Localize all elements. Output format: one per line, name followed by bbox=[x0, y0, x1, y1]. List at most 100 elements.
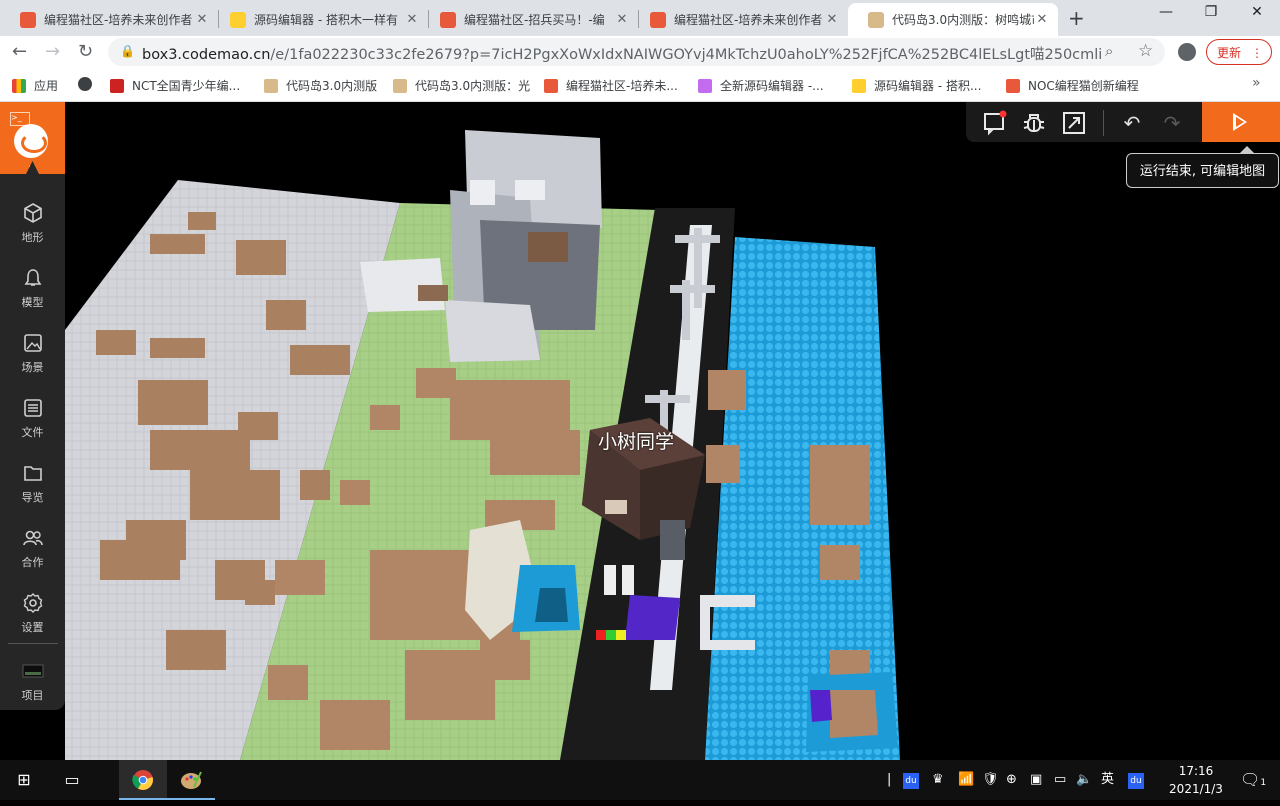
close-tab-icon[interactable]: ✕ bbox=[1034, 12, 1050, 27]
search-icon[interactable]: ⌕ bbox=[1105, 42, 1113, 60]
comment-icon[interactable] bbox=[982, 110, 1008, 136]
logo-mark-icon bbox=[14, 124, 48, 158]
bookmark-item[interactable]: 全新源码编辑器 -... bbox=[698, 77, 824, 94]
chrome-logo-svg bbox=[132, 770, 153, 790]
wifi-icon[interactable]: 📶 bbox=[958, 760, 974, 800]
battery-icon[interactable]: ▭ bbox=[1054, 760, 1066, 800]
browser-tab[interactable]: 源码编辑器 - 搭积木一样有 ✕ bbox=[210, 3, 428, 36]
users-icon bbox=[22, 530, 43, 546]
undo-icon[interactable]: ↶ bbox=[1119, 110, 1145, 136]
tab-title: 编程猫社区-培养未来创作者 bbox=[674, 13, 823, 27]
browser-toolbar: ← → ↻ 🔒 box3.codemao.cn/e/1fa022230c33c2… bbox=[0, 36, 1280, 70]
bookmark-star-icon[interactable]: ☆ bbox=[1138, 41, 1153, 61]
profile-avatar-icon[interactable] bbox=[1178, 43, 1196, 61]
browser-tab[interactable]: 编程猫社区-培养未来创作者 ✕ bbox=[630, 3, 848, 36]
sidebar-item-scene[interactable]: 场景 bbox=[0, 324, 65, 379]
close-tab-icon[interactable]: ✕ bbox=[824, 12, 840, 27]
baidu-tray-icon[interactable]: du bbox=[903, 760, 919, 800]
bookmark-item[interactable]: NCT全国青少年编... bbox=[110, 77, 240, 94]
box3-favicon-icon bbox=[868, 11, 884, 28]
bookmark-item[interactable]: 代码岛3.0内测版：光 bbox=[393, 77, 530, 94]
expand-icon[interactable] bbox=[1061, 110, 1087, 136]
lock-icon[interactable]: 🔒 bbox=[120, 44, 135, 58]
close-tab-icon[interactable]: ✕ bbox=[404, 12, 420, 27]
sidebar-label: 场景 bbox=[21, 361, 44, 374]
bookmark-item[interactable]: NOC编程猫创新编程 bbox=[1006, 77, 1139, 94]
debug-bug-icon[interactable] bbox=[1021, 110, 1047, 136]
bookmark-item[interactable]: 源码编辑器 - 搭积... bbox=[852, 77, 981, 94]
task-view-icon[interactable]: ▭ bbox=[48, 760, 96, 800]
new-tab-button[interactable]: + bbox=[1068, 6, 1085, 30]
gear-icon bbox=[23, 593, 42, 613]
cube-icon bbox=[23, 203, 42, 223]
bookmarks-overflow-icon[interactable]: » bbox=[1252, 75, 1261, 91]
redo-icon[interactable]: ↷ bbox=[1159, 110, 1185, 136]
sidebar-item-file[interactable]: 文件 bbox=[0, 389, 65, 444]
shield-icon[interactable]: 🛡 bbox=[982, 760, 999, 800]
sidebar-label: 文件 bbox=[21, 426, 44, 439]
game-tray-icon[interactable]: ♛ bbox=[932, 760, 944, 800]
kitten-favicon-icon bbox=[230, 11, 246, 28]
image-icon bbox=[23, 334, 42, 352]
sidebar-item-terrain[interactable]: 地形 bbox=[0, 194, 65, 249]
sidebar-label: 设置 bbox=[21, 621, 44, 634]
restore-button[interactable]: ❐ bbox=[1188, 4, 1234, 20]
bookmark-item[interactable]: 代码岛3.0内测版 bbox=[264, 77, 377, 94]
sidebar-label: 地形 bbox=[21, 231, 44, 244]
box3-icon bbox=[264, 78, 278, 93]
kitten-icon bbox=[852, 78, 866, 93]
chrome-taskbar-icon[interactable] bbox=[119, 760, 167, 800]
clock-time: 17:16 bbox=[1178, 764, 1214, 778]
browser-tab[interactable]: 编程猫社区-培养未来创作者 ✕ bbox=[0, 3, 218, 36]
browser-tab-bar: 编程猫社区-培养未来创作者 ✕ 源码编辑器 - 搭积木一样有 ✕ 编程猫社区-招… bbox=[0, 0, 1280, 36]
character-name-label: 小树同学 bbox=[598, 431, 675, 453]
security-tray-icon[interactable]: ⊕ bbox=[1006, 760, 1017, 800]
palette-svg bbox=[181, 771, 202, 789]
close-window-button[interactable]: ✕ bbox=[1234, 4, 1280, 20]
run-status-tooltip: 运行结束, 可编辑地图 bbox=[1126, 146, 1279, 188]
forward-button[interactable]: → bbox=[45, 41, 60, 62]
update-button[interactable]: 更新 ⋮ bbox=[1206, 39, 1272, 65]
bookmark-apps[interactable]: 应用 bbox=[12, 77, 58, 94]
bookmark-item[interactable]: 编程猫社区-培养未... bbox=[544, 77, 678, 94]
sidebar-item-project[interactable]: 项目 bbox=[0, 652, 65, 707]
box3-logo[interactable]: >_ ▼ bbox=[0, 102, 65, 174]
baidu-ime-icon[interactable]: du bbox=[1128, 760, 1144, 800]
close-tab-icon[interactable]: ✕ bbox=[614, 12, 630, 27]
tab-title: 编程猫社区-招兵买马！-编 bbox=[464, 13, 605, 27]
codemao-favicon-icon bbox=[440, 11, 456, 28]
paint-taskbar-icon[interactable] bbox=[167, 760, 215, 800]
folder-icon bbox=[23, 466, 42, 481]
address-bar[interactable]: 🔒 box3.codemao.cn/e/1fa022230c33c2fe2679… bbox=[108, 38, 1165, 66]
sidebar-item-model[interactable]: 模型 bbox=[0, 259, 65, 314]
codemao-favicon-icon bbox=[20, 11, 36, 28]
url-text[interactable]: box3.codemao.cn/e/1fa022230c33c2fe2679?p… bbox=[142, 43, 1102, 64]
reload-button[interactable]: ↻ bbox=[78, 41, 93, 62]
minimize-button[interactable]: — bbox=[1143, 4, 1189, 20]
system-clock[interactable]: 17:16 2021/1/3 bbox=[1160, 762, 1232, 798]
windows-start-icon[interactable]: ⊞ bbox=[0, 760, 48, 800]
browser-tab[interactable]: 编程猫社区-招兵买马！-编 ✕ bbox=[420, 3, 638, 36]
volume-icon[interactable]: 🔈 bbox=[1076, 760, 1092, 800]
nct-icon bbox=[110, 78, 124, 93]
codemao-icon bbox=[544, 78, 558, 93]
clock-date: 2021/1/3 bbox=[1169, 782, 1223, 796]
close-tab-icon[interactable]: ✕ bbox=[194, 12, 210, 27]
bookmark-globe[interactable] bbox=[78, 77, 100, 91]
update-label: 更新 bbox=[1217, 46, 1242, 60]
back-button[interactable]: ← bbox=[12, 41, 27, 62]
browser-tab-active[interactable]: 代码岛3.0内测版：树鸣城市 ✕ bbox=[848, 3, 1058, 36]
run-button[interactable] bbox=[1202, 102, 1280, 142]
sidebar-item-navigation[interactable]: 导览 bbox=[0, 454, 65, 509]
sidebar-label: 导览 bbox=[21, 491, 44, 504]
project-thumb-icon bbox=[22, 664, 43, 678]
sidebar-item-collaborate[interactable]: 合作 bbox=[0, 519, 65, 574]
sidebar-divider bbox=[8, 643, 58, 644]
tab-title: 源码编辑器 - 搭积木一样有 bbox=[254, 13, 398, 27]
app-tray-icon[interactable]: ▣ bbox=[1030, 760, 1042, 800]
box3-icon bbox=[393, 78, 407, 93]
editor-sidebar: >_ ▼ 地形 模型 场景 文件 导览 合作 设置 项目 bbox=[0, 102, 65, 710]
ime-indicator[interactable]: 英 bbox=[1101, 760, 1114, 800]
notification-center-icon[interactable]: 🗨1 bbox=[1240, 760, 1266, 800]
sidebar-item-settings[interactable]: 设置 bbox=[0, 584, 65, 639]
